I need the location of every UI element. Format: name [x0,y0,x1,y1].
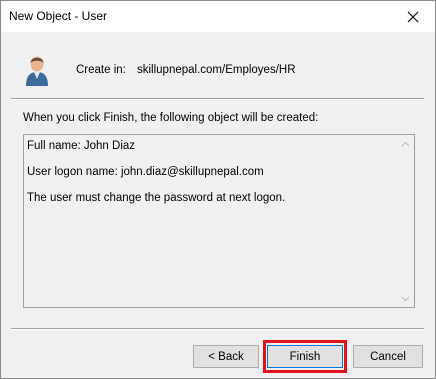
cancel-button[interactable]: Cancel [353,345,423,368]
summary-logon-name: User logon name: john.diaz@skillupnepal.… [27,166,264,178]
summary-scrollbar[interactable] [397,135,414,307]
chevron-up-icon [401,141,410,146]
header-separator [11,98,424,100]
close-icon [407,11,419,22]
chevron-down-icon [401,296,410,301]
scroll-up-button[interactable] [397,135,414,152]
finish-highlight-box [263,340,347,373]
scroll-down-button[interactable] [397,290,414,307]
close-button[interactable] [391,1,435,32]
summary-password-note: The user must change the password at nex… [27,192,286,204]
dialog-header: Create in: skillupnepal.com/Employes/HR [1,32,435,97]
summary-full-name: Full name: John Diaz [27,140,136,152]
summary-box[interactable]: Full name: John Diaz User logon name: jo… [23,134,415,308]
new-object-user-dialog: New Object - User Create in: skillupnepa… [0,0,436,379]
back-button[interactable]: < Back [193,345,259,368]
title-bar: New Object - User [1,1,435,32]
footer-separator [11,328,424,330]
create-in-label: Create in: [76,64,126,76]
description-text: When you click Finish, the following obj… [23,112,319,124]
create-in-path: skillupnepal.com/Employes/HR [137,64,296,76]
user-icon [23,53,51,90]
window-title: New Object - User [9,9,108,23]
